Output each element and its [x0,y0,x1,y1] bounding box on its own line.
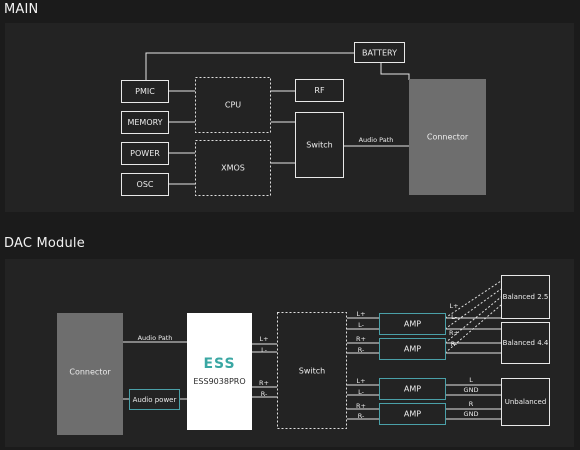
balanced-25-box: Balanced 2.5 [501,275,550,319]
main-panel: BATTERY PMIC MEMORY POWER OSC CPU XMOS R… [5,23,574,212]
amp-label-4: AMP [404,410,421,419]
ess-chip-block: ESS ESS9038PRO [187,313,252,430]
main-diagram: BATTERY PMIC MEMORY POWER OSC CPU XMOS R… [121,42,486,196]
ess-logo: ESS [203,356,235,372]
dac-diagram: Connector Audio Path Audio power ESS ESS… [57,275,550,435]
audio-path-label: Audio Path [359,136,394,144]
dac-switch-box: Switch [277,312,347,429]
dac-connector-label: Connector [69,368,111,377]
dac-switch-label: Switch [299,367,325,376]
amp-box-1: AMP [379,313,446,335]
switch-out-1: L+ [356,310,365,318]
unbalanced-label: Unbalanced [505,398,547,406]
osc-box: OSC [121,173,169,196]
battery-box: BATTERY [354,42,405,63]
switch-out-3: R+ [356,335,366,343]
amp-label-1: AMP [404,320,421,329]
amp-out-r-minus: R- [451,340,458,348]
audio-power-label: Audio power [133,396,177,404]
chip-out-r-plus: R+ [259,379,269,387]
switch-out-7: R+ [356,402,366,410]
amp-box-4: AMP [379,403,446,425]
amp-label-2: AMP [404,345,421,354]
power-box: POWER [121,142,169,165]
chip-out-r-minus: R- [261,390,268,398]
amp-out-r: R [469,400,474,408]
pmic-box: PMIC [121,80,169,103]
switch-out-2: L- [358,321,365,329]
dac-connector-block: Connector [57,313,123,435]
xmos-label: XMOS [221,164,245,173]
connector-block: Connector [409,79,486,195]
power-label: POWER [130,149,160,158]
rf-label: RF [314,86,325,95]
amp-out-gnd-1: GND [464,386,479,394]
switch-label: Switch [306,141,332,150]
switch-box: Switch [295,112,344,178]
switch-out-6: L- [358,388,365,396]
ess-chip-label: ESS9038PRO [193,377,245,386]
amp-box-3: AMP [379,378,446,400]
chip-out-l-plus: L+ [259,335,268,343]
switch-out-8: R- [358,412,365,420]
cpu-label: CPU [225,101,241,110]
amp-box-2: AMP [379,338,446,360]
balanced-44-box: Balanced 4.4 [501,322,550,364]
rf-box: RF [295,79,344,102]
amp-label-3: AMP [404,385,421,394]
connector-label: Connector [427,133,469,142]
amp-out-r-plus: R+ [449,329,459,337]
balanced-44-label: Balanced 4.4 [503,339,549,347]
memory-label: MEMORY [127,118,162,127]
memory-box: MEMORY [121,111,169,134]
amp-out-l: L [469,376,473,384]
battery-label: BATTERY [362,49,397,58]
cpu-box: CPU [195,77,271,133]
chip-out-l-minus: L- [261,346,268,354]
dac-audio-path-label: Audio Path [138,334,173,342]
switch-out-5: L+ [356,377,365,385]
amp-out-l-minus: L- [451,313,458,321]
switch-out-4: R- [358,346,365,354]
main-section-title: MAIN [4,2,39,17]
osc-label: OSC [137,180,154,189]
balanced-25-label: Balanced 2.5 [503,293,549,301]
dac-section-title: DAC Module [4,236,85,251]
amp-out-gnd-2: GND [464,410,479,418]
amp-out-l-plus: L+ [449,302,458,310]
xmos-box: XMOS [195,140,271,196]
unbalanced-box: Unbalanced [501,378,550,426]
dac-panel: Connector Audio Path Audio power ESS ESS… [5,259,574,447]
audio-power-box: Audio power [129,389,180,410]
pmic-label: PMIC [135,87,155,96]
